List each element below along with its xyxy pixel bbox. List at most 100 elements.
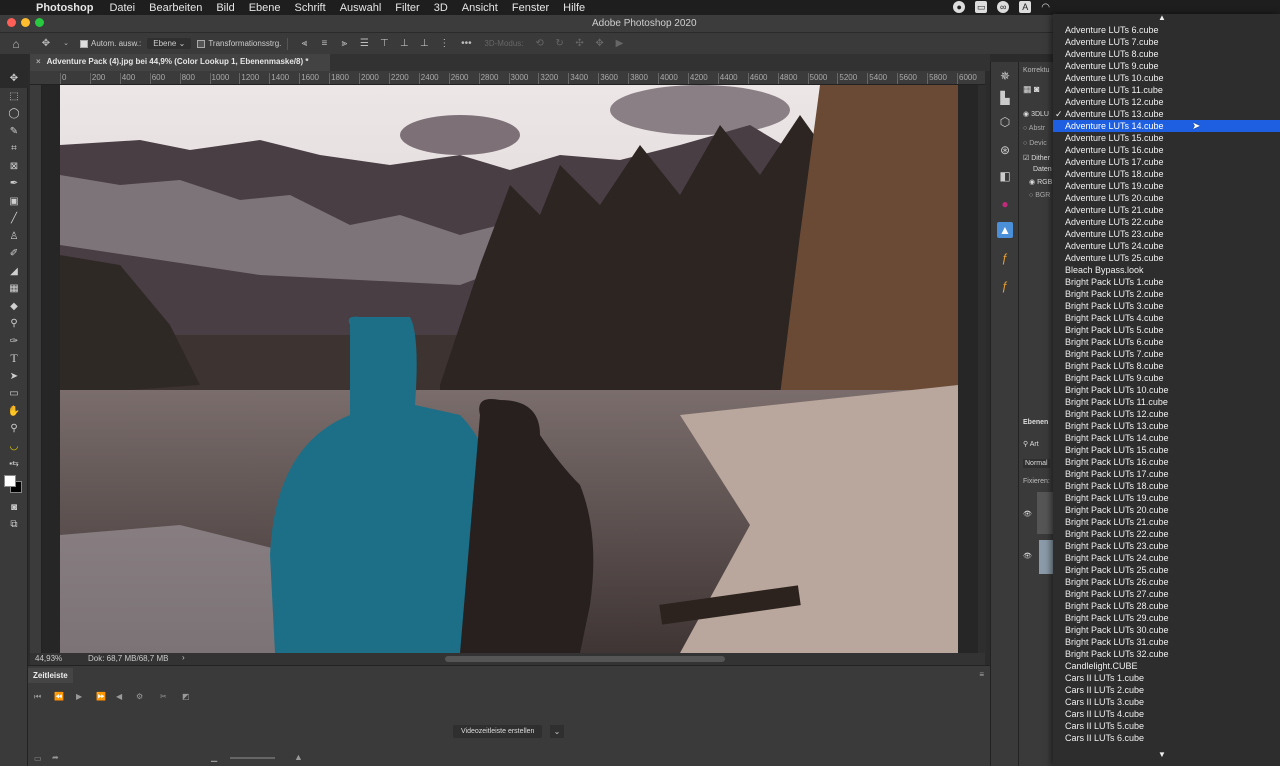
- menu-filter[interactable]: Filter: [395, 2, 419, 14]
- menu-bearbeiten[interactable]: Bearbeiten: [149, 2, 202, 14]
- menu-hilfe[interactable]: Hilfe: [563, 2, 585, 14]
- align-left-icon[interactable]: ⫷: [298, 38, 310, 50]
- lut-menu-item[interactable]: Cars II LUTs 5.cube: [1053, 720, 1280, 732]
- lut-menu-item[interactable]: Bright Pack LUTs 16.cube: [1053, 456, 1280, 468]
- timeline-type-dropdown[interactable]: ⌄: [550, 725, 564, 738]
- timeline-tab[interactable]: Zeitleiste: [28, 668, 73, 683]
- close-tab-icon[interactable]: ×: [36, 57, 41, 66]
- layer-thumbnail-image[interactable]: [1039, 540, 1053, 574]
- blur-tool-icon[interactable]: ◆: [0, 298, 28, 316]
- menu-3d[interactable]: 3D: [434, 2, 448, 14]
- rgb-radio[interactable]: ◉ RGB: [1029, 178, 1052, 186]
- menu-datei[interactable]: Datei: [109, 2, 135, 14]
- eyedropper-tool-icon[interactable]: ✒: [0, 175, 28, 193]
- lut-menu-item[interactable]: ✓ Adventure LUTs 13.cube: [1053, 108, 1280, 120]
- 3d-camera-icon[interactable]: ▶: [614, 38, 626, 50]
- abstract-radio[interactable]: ○ Abstr: [1023, 125, 1045, 132]
- pen-tool-icon[interactable]: ✑: [0, 333, 28, 351]
- lut-menu-item[interactable]: Bright Pack LUTs 32.cube: [1053, 648, 1280, 660]
- lut-menu-item[interactable]: Adventure LUTs 12.cube: [1053, 96, 1280, 108]
- lut-menu-item[interactable]: Bright Pack LUTs 20.cube: [1053, 504, 1280, 516]
- lut-menu-item[interactable]: Bright Pack LUTs 25.cube: [1053, 564, 1280, 576]
- menu-app[interactable]: Photoshop: [36, 2, 93, 14]
- lut-menu-item[interactable]: Adventure LUTs 9.cube: [1053, 60, 1280, 72]
- lut-menu-item[interactable]: Bright Pack LUTs 12.cube: [1053, 408, 1280, 420]
- menu-ebene[interactable]: Ebene: [249, 2, 281, 14]
- lut-menu-item[interactable]: Adventure LUTs 17.cube: [1053, 156, 1280, 168]
- eraser-tool-icon[interactable]: ◢: [0, 263, 28, 281]
- move-tool-icon[interactable]: ✥: [0, 70, 28, 88]
- transform-controls-checkbox[interactable]: Transformationsstrg.: [197, 39, 281, 48]
- zoom-level[interactable]: 44,93%: [35, 654, 62, 663]
- lut-menu-item[interactable]: Cars II LUTs 3.cube: [1053, 696, 1280, 708]
- lut-menu-item[interactable]: Candlelight.CUBE: [1053, 660, 1280, 672]
- align-middle-icon[interactable]: ⊥: [398, 38, 410, 50]
- close-window-button[interactable]: [7, 18, 16, 27]
- lut-menu-item[interactable]: Adventure LUTs 22.cube: [1053, 216, 1280, 228]
- lut-menu-item[interactable]: Bright Pack LUTs 2.cube: [1053, 288, 1280, 300]
- lut-menu-item[interactable]: Bright Pack LUTs 3.cube: [1053, 300, 1280, 312]
- lut-menu-item[interactable]: Adventure LUTs 15.cube: [1053, 132, 1280, 144]
- lut-menu-item[interactable]: Bleach Bypass.look: [1053, 264, 1280, 276]
- more-options-button[interactable]: •••: [458, 38, 474, 50]
- zoom-in-icon[interactable]: ▲: [294, 752, 303, 762]
- next-frame-icon[interactable]: ⏩: [96, 692, 106, 701]
- path-selection-tool-icon[interactable]: ➤: [0, 368, 28, 386]
- lut-menu-item[interactable]: Bright Pack LUTs 8.cube: [1053, 360, 1280, 372]
- color-swatch-icon[interactable]: ●: [997, 196, 1013, 212]
- align-bottom-icon[interactable]: ⊥: [418, 38, 430, 50]
- lut-menu-item[interactable]: Bright Pack LUTs 5.cube: [1053, 324, 1280, 336]
- minimize-window-button[interactable]: [21, 18, 30, 27]
- lut-menu-item[interactable]: Bright Pack LUTs 31.cube: [1053, 636, 1280, 648]
- play-icon[interactable]: ▶: [76, 692, 82, 701]
- status-chevron-icon[interactable]: ›: [182, 653, 185, 662]
- convert-frames-icon[interactable]: ▭: [34, 754, 42, 763]
- dither-checkbox[interactable]: ☑ Dither: [1023, 154, 1050, 162]
- input-source-icon[interactable]: A: [1019, 1, 1032, 13]
- screen-mode-icon[interactable]: ⧉: [0, 516, 28, 534]
- render-icon[interactable]: ➦: [52, 753, 59, 762]
- history-brush-tool-icon[interactable]: ✐: [0, 245, 28, 263]
- banana-icon[interactable]: ◡: [0, 438, 28, 456]
- lut-menu-item[interactable]: Adventure LUTs 23.cube: [1053, 228, 1280, 240]
- libraries-icon[interactable]: ◧: [997, 168, 1013, 184]
- paths-icon[interactable]: ⊛: [997, 142, 1013, 158]
- lut-menu-item[interactable]: Cars II LUTs 1.cube: [1053, 672, 1280, 684]
- horizontal-scrollbar[interactable]: [445, 656, 725, 662]
- lut-menu-item[interactable]: Bright Pack LUTs 26.cube: [1053, 576, 1280, 588]
- lut-menu-item[interactable]: Bright Pack LUTs 13.cube: [1053, 420, 1280, 432]
- chevron-down-icon[interactable]: ⌄: [60, 38, 72, 50]
- transition-icon[interactable]: ◩: [182, 692, 190, 701]
- layers-tab[interactable]: Ebenen: [1023, 419, 1048, 426]
- settings-gear-icon[interactable]: ⚙: [136, 692, 143, 701]
- lut-menu-item[interactable]: Bright Pack LUTs 21.cube: [1053, 516, 1280, 528]
- clone-stamp-tool-icon[interactable]: ♙: [0, 228, 28, 246]
- lut-menu-item[interactable]: Bright Pack LUTs 29.cube: [1053, 612, 1280, 624]
- lut-3d-file-radio[interactable]: ◉ 3DLU: [1023, 110, 1049, 118]
- lut-menu-item[interactable]: Bright Pack LUTs 23.cube: [1053, 540, 1280, 552]
- creative-cloud-icon[interactable]: ∞: [997, 1, 1010, 13]
- scroll-up-arrow-icon[interactable]: ▲: [1158, 13, 1166, 22]
- crop-tool-icon[interactable]: ⌗: [0, 140, 28, 158]
- lut-menu-item[interactable]: Adventure LUTs 25.cube: [1053, 252, 1280, 264]
- 3d-orbit-icon[interactable]: ⟲: [534, 38, 546, 50]
- frame-tool-icon[interactable]: ⊠: [0, 158, 28, 176]
- lut-menu-item[interactable]: Adventure LUTs 10.cube: [1053, 72, 1280, 84]
- lut-menu-item[interactable]: Cars II LUTs 4.cube: [1053, 708, 1280, 720]
- 3d-drag-icon[interactable]: ✣: [574, 38, 586, 50]
- lut-menu-item[interactable]: Adventure LUTs 24.cube: [1053, 240, 1280, 252]
- lut-menu-item[interactable]: Adventure LUTs 11.cube: [1053, 84, 1280, 96]
- lut-menu-item[interactable]: Bright Pack LUTs 14.cube: [1053, 432, 1280, 444]
- menu-schrift[interactable]: Schrift: [295, 2, 326, 14]
- lut-menu-item[interactable]: Adventure LUTs 20.cube: [1053, 192, 1280, 204]
- lut-menu-item[interactable]: Bright Pack LUTs 24.cube: [1053, 552, 1280, 564]
- plugin-blue-icon[interactable]: ▲: [997, 222, 1013, 238]
- lut-menu-item[interactable]: Adventure LUTs 16.cube: [1053, 144, 1280, 156]
- quick-selection-tool-icon[interactable]: ✎: [0, 123, 28, 141]
- lut-menu-item[interactable]: Adventure LUTs 6.cube: [1053, 24, 1280, 36]
- lut-menu-item[interactable]: Bright Pack LUTs 11.cube: [1053, 396, 1280, 408]
- layer-filter-search[interactable]: ⚲ Art: [1023, 440, 1039, 448]
- brush-tool-icon[interactable]: ╱: [0, 210, 28, 228]
- foreground-color-swatch[interactable]: [4, 474, 16, 487]
- lut-menu-item[interactable]: Cars II LUTs 6.cube: [1053, 732, 1280, 744]
